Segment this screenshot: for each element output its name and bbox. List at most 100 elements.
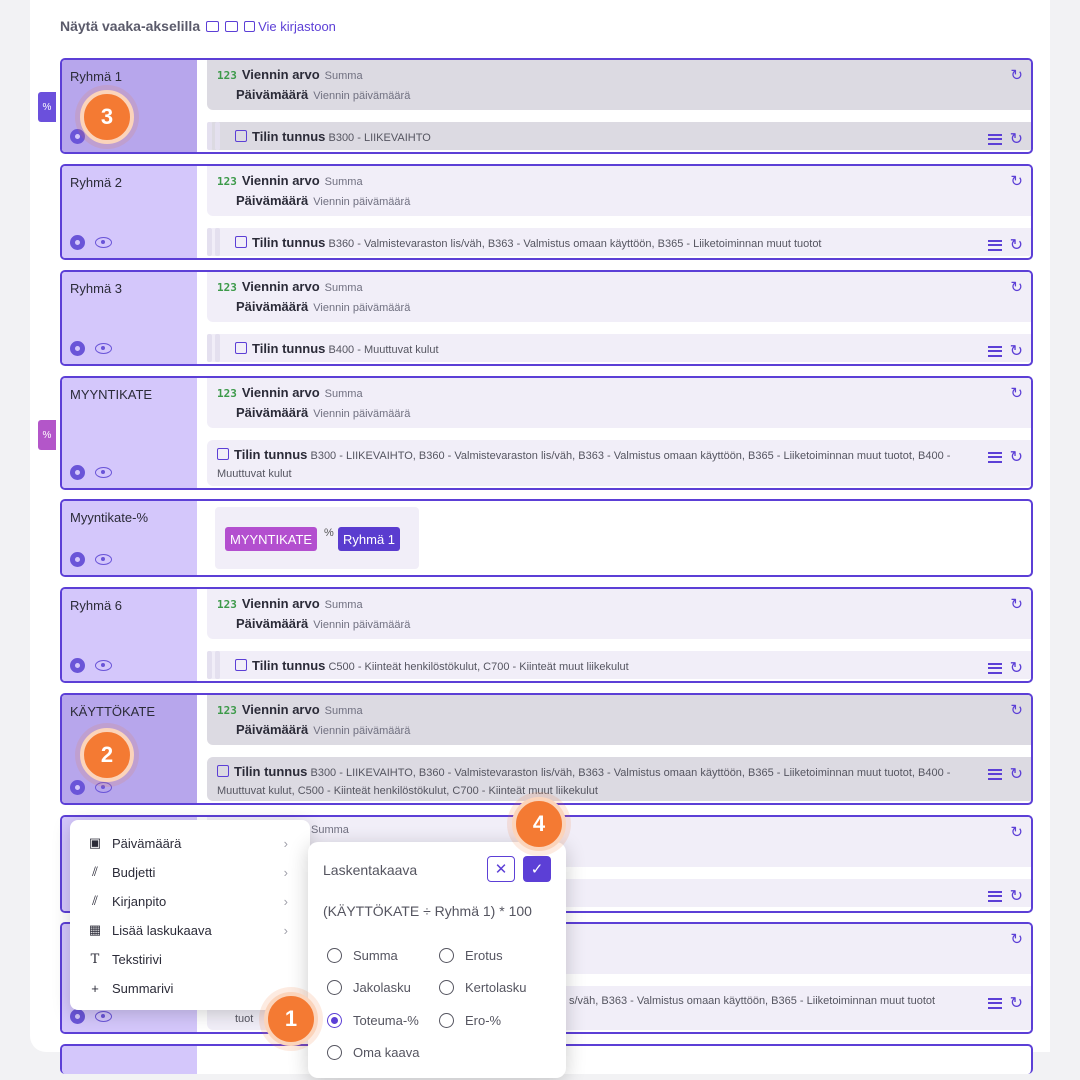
eye-icon[interactable] [95,1011,112,1022]
refresh-icon[interactable]: ↻ [1010,235,1023,255]
gear-icon[interactable] [70,465,85,480]
menu-item-kirjanpito[interactable]: ⫽ Kirjanpito › [86,890,296,912]
group-header[interactable]: Myyntikate-% [62,501,197,575]
radio-ero-pct[interactable]: Ero-% [439,1013,501,1028]
value-agg: Summa [324,282,363,294]
radio-label: Erotus [465,948,503,963]
menu-icon[interactable] [987,768,1002,780]
cube-icon [235,659,247,671]
group-header[interactable]: Ryhmä 2 [62,166,197,258]
group-header[interactable]: MYYNTIKATE [62,378,197,488]
gear-icon[interactable] [70,658,85,673]
group-row-6[interactable]: Ryhmä 6 123 Viennin arvo Summa Päivämäärä V… [60,587,1033,683]
percent-tab[interactable]: % [38,92,56,122]
eye-icon[interactable] [95,782,112,793]
radio-summa[interactable]: Summa [327,948,398,963]
account-row[interactable]: Tilin tunnus B360 - Valmistevaraston lis… [207,228,1031,256]
eye-icon[interactable] [95,343,112,354]
radio-jakolasku[interactable]: Jakolasku [327,980,411,995]
value-row[interactable]: 123 Viennin arvo Summa Päivämäärä Viennin p… [207,60,1031,110]
check-icon: ✓ [530,861,544,878]
refresh-icon[interactable]: ↻ [1010,129,1023,149]
refresh-icon[interactable]: ↻ [1010,823,1023,841]
value-row[interactable]: 123 Viennin arvo Summa Päivämäärä Viennin p… [207,166,1031,216]
radio-oma-kaava[interactable]: Oma kaava [327,1045,419,1060]
formula-box[interactable]: MYYNTIKATE % Ryhmä 1 [215,507,419,569]
account-list: B300 - LIIKEVAIHTO, B360 - Valmistevaras… [217,450,951,480]
menu-item-label: Päivämäärä [112,835,182,851]
refresh-icon[interactable]: ↻ [1010,341,1023,361]
refresh-icon[interactable]: ↻ [1010,447,1023,467]
gear-icon[interactable] [70,780,85,795]
formula-chip[interactable]: Ryhmä 1 [338,527,401,551]
gear-icon[interactable] [70,129,85,144]
formula-chip[interactable]: MYYNTIKATE [225,527,318,551]
cancel-button[interactable]: ✕ [487,856,515,882]
radio-toteuma-pct[interactable]: Toteuma-% [327,1013,419,1028]
group-header[interactable] [62,1046,197,1074]
gear-icon[interactable] [70,552,85,567]
group-name: Ryhmä 2 [70,175,123,190]
group-row-myyntikate[interactable]: MYYNTIKATE 123 Viennin arvo Summa Päivämää… [60,376,1033,490]
value-row[interactable]: 123 Viennin arvo Summa Päivämäärä Viennin p… [207,589,1031,639]
radio-erotus[interactable]: Erotus [439,948,503,963]
refresh-icon[interactable]: ↻ [1010,658,1023,678]
eye-icon[interactable] [95,467,112,478]
refresh-icon[interactable]: ↻ [1010,930,1023,948]
group-row-2[interactable]: Ryhmä 2 123 Viennin arvo Summa Päivämäärä V… [60,164,1033,260]
gear-icon[interactable] [70,1009,85,1024]
refresh-icon[interactable]: ↻ [1010,278,1023,296]
account-row[interactable]: Tilin tunnus C500 - Kiinteät henkilöstök… [207,651,1031,679]
refresh-icon[interactable]: ↻ [1010,595,1023,613]
gear-icon[interactable] [70,235,85,250]
export-to-library-link[interactable]: Vie kirjastoon [244,19,336,34]
account-row[interactable]: Tilin tunnus B300 - LIIKEVAIHTO, B360 - … [207,757,1031,801]
refresh-icon[interactable]: ↻ [1010,764,1023,784]
eye-icon[interactable] [95,237,112,248]
menu-icon[interactable] [987,662,1002,674]
account-row[interactable]: Tilin tunnus B300 - LIIKEVAIHTO ↻ [207,122,1031,150]
confirm-button[interactable]: ✓ [523,856,551,882]
group-header[interactable]: Ryhmä 3 [62,272,197,364]
menu-icon[interactable] [987,890,1002,902]
refresh-icon[interactable]: ↻ [1010,172,1023,190]
menu-icon[interactable] [987,451,1002,463]
refresh-icon[interactable]: ↻ [1010,66,1023,84]
group-row-3[interactable]: Ryhmä 3 123 Viennin arvo Summa Päivämäärä V… [60,270,1033,366]
gear-icon[interactable] [70,341,85,356]
step-badge-3: 3 [80,90,134,144]
group-row-kayttokate[interactable]: KÄYTTÖKATE 123 Viennin arvo Summa Päivämää… [60,693,1033,805]
percent-tab[interactable]: % [38,420,56,450]
refresh-icon[interactable]: ↻ [1010,701,1023,719]
menu-icon[interactable] [987,133,1002,145]
menu-icon[interactable] [987,345,1002,357]
refresh-icon[interactable]: ↻ [1010,886,1023,906]
menu-item-paivamaara[interactable]: ▣ Päivämäärä › [86,832,296,854]
rows-layout-icon[interactable] [206,20,220,32]
chart-icon: ⫽ [92,864,98,879]
menu-item-budjetti[interactable]: ⫽ Budjetti › [86,861,296,883]
group-row-myyntikate-pct[interactable]: Myyntikate-% MYYNTIKATE % Ryhmä 1 [60,499,1033,577]
radio-kertolasku[interactable]: Kertolasku [439,980,526,995]
account-row[interactable]: Tilin tunnus B400 - Muuttuvat kulut ↻ [207,334,1031,362]
popup-title: Laskentakaava [323,862,418,878]
refresh-icon[interactable]: ↻ [1010,993,1023,1013]
value-row[interactable]: 123 Viennin arvo Summa Päivämäärä Viennin p… [207,272,1031,322]
group-row-1[interactable]: Ryhmä 1 123 Viennin arvo Summa Päivämäärä V… [60,58,1033,154]
eye-icon[interactable] [95,660,112,671]
columns-layout-icon[interactable] [225,20,239,32]
value-row[interactable]: 123 Viennin arvo Summa Päivämäärä Viennin p… [207,378,1031,428]
group-header[interactable]: Ryhmä 6 [62,589,197,681]
date-sub: Viennin päivämäärä [313,302,411,314]
percent-operator: % [324,527,334,539]
date-sub: Viennin päivämäärä [313,619,411,631]
menu-icon[interactable] [987,239,1002,251]
value-row[interactable]: 123 Viennin arvo Summa Päivämäärä Viennin p… [207,695,1031,745]
menu-item-tekstirivi[interactable]: T Tekstirivi [86,948,296,970]
menu-item-lisaa-laskukaava[interactable]: ▦ Lisää laskukaava › [86,919,296,941]
account-row[interactable]: Tilin tunnus B300 - LIIKEVAIHTO, B360 - … [207,440,1031,486]
menu-item-summarivi[interactable]: + Summarivi [86,977,296,999]
eye-icon[interactable] [95,554,112,565]
menu-icon[interactable] [987,997,1002,1009]
refresh-icon[interactable]: ↻ [1010,384,1023,402]
